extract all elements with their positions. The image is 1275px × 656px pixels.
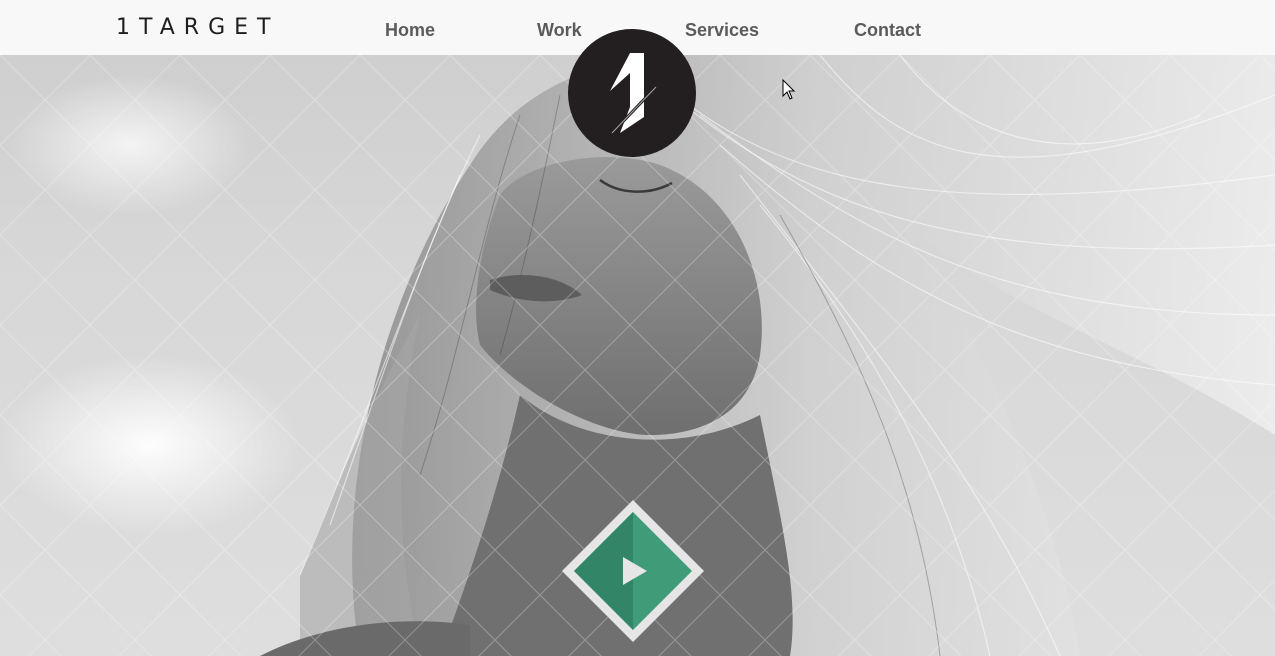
- nav-services-link[interactable]: Services: [685, 18, 759, 42]
- number-one-logo-icon: [610, 53, 658, 135]
- play-button[interactable]: [560, 498, 706, 644]
- brand-badge[interactable]: [568, 29, 696, 157]
- site-logo[interactable]: 1TARGET: [116, 15, 279, 41]
- nav-home-link[interactable]: Home: [385, 18, 435, 42]
- nav-contact-link[interactable]: Contact: [854, 18, 921, 42]
- mouse-pointer-icon: [782, 79, 796, 100]
